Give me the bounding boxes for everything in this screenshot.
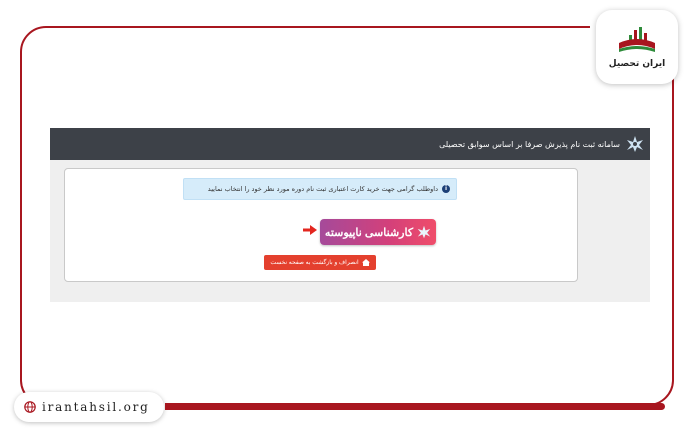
brand-logo-card: ایران تحصیل	[596, 10, 678, 84]
university-emblem-icon	[627, 136, 643, 152]
bottom-accent-bar	[165, 403, 665, 410]
page-title: سامانه ثبت نام پذیرش صرفا بر اساس سوابق …	[439, 139, 620, 149]
app-header: سامانه ثبت نام پذیرش صرفا بر اساس سوابق …	[50, 128, 650, 160]
main-button-label: کارشناسی ناپیوسته	[324, 226, 414, 239]
back-button-label: انصراف و بازگشت به صفحه نخست	[270, 260, 359, 266]
globe-icon	[24, 401, 36, 413]
app-screenshot: سامانه ثبت نام پذیرش صرفا بر اساس سوابق …	[50, 128, 650, 302]
brand-name: ایران تحصیل	[608, 59, 666, 69]
info-icon: i	[442, 185, 450, 193]
home-icon	[361, 259, 370, 266]
website-label: irantahsil.org	[14, 392, 164, 422]
content-panel: i داوطلب گرامی جهت خرید کارت اعتباری ثبت…	[64, 168, 578, 282]
book-chart-logo-icon	[619, 27, 655, 52]
bachelor-discontinuous-button[interactable]: کارشناسی ناپیوسته	[320, 219, 436, 245]
info-message: داوطلب گرامی جهت خرید کارت اعتباری ثبت ن…	[207, 185, 438, 193]
cancel-return-home-button[interactable]: انصراف و بازگشت به صفحه نخست	[264, 255, 376, 270]
info-alert: i داوطلب گرامی جهت خرید کارت اعتباری ثبت…	[183, 178, 457, 200]
university-emblem-icon	[417, 225, 431, 239]
arrow-right-icon	[303, 225, 317, 235]
website-url: irantahsil.org	[42, 400, 150, 414]
